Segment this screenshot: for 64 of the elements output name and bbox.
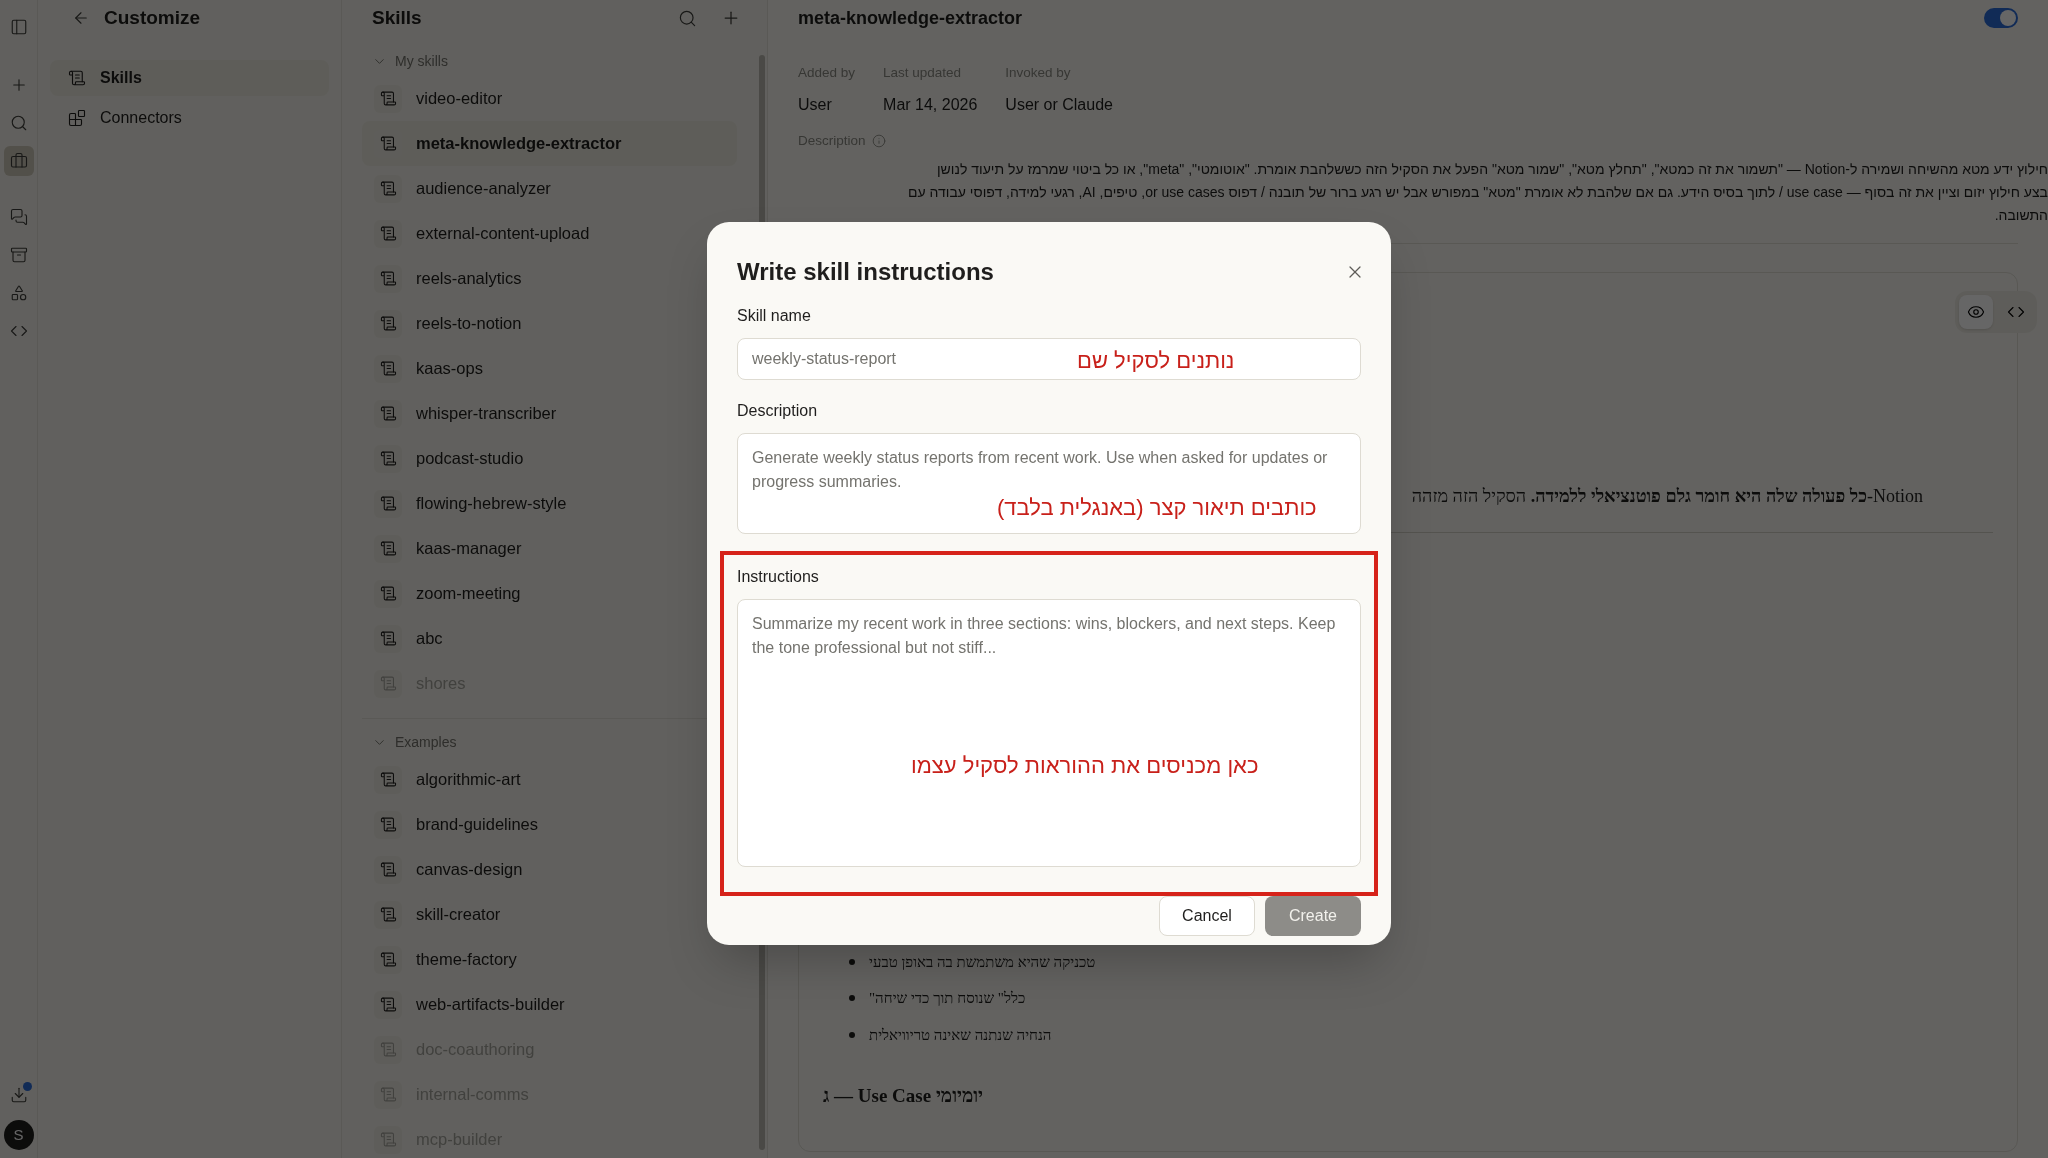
description-text: התשובה.	[1993, 205, 2048, 225]
scroll-icon	[374, 354, 402, 383]
scroll-icon	[374, 990, 402, 1019]
scroll-icon	[374, 309, 402, 338]
field-label: Description	[737, 401, 819, 421]
panel-title: Skills	[372, 5, 423, 30]
skill-item[interactable]: web-artifacts-builder	[362, 982, 737, 1027]
blocks-icon	[68, 109, 86, 127]
field-label: Skill name	[737, 306, 812, 326]
scroll-icon	[374, 489, 402, 518]
dialog-title: Write skill instructions	[737, 257, 995, 287]
scroll-icon	[374, 399, 402, 428]
skill-item[interactable]: video-editor	[362, 76, 737, 121]
download-icon[interactable]	[9, 1086, 28, 1104]
scroll-icon	[374, 1125, 402, 1154]
scroll-icon	[374, 624, 402, 653]
bullet-text: כלל" שנוסח תוך כדי שיחה"	[869, 989, 1026, 1008]
scroll-icon	[374, 264, 402, 293]
scroll-icon	[374, 1080, 402, 1109]
cancel-button[interactable]: Cancel	[1159, 896, 1255, 936]
skill-title: meta-knowledge-extractor	[798, 6, 1024, 30]
scroll-icon	[68, 69, 86, 87]
briefcase-icon	[9, 152, 28, 170]
nav-item[interactable]: Skills	[50, 60, 329, 96]
scroll-icon	[374, 1035, 402, 1064]
panel-title: Customize	[104, 5, 201, 30]
view-mode-button[interactable]	[1959, 294, 1993, 329]
annotation-text: כאן מכניסים את ההוראות לסקיל עצמו	[911, 752, 1259, 780]
scroll-icon	[374, 84, 402, 113]
chat-icon	[9, 208, 28, 226]
shapes-icon	[9, 284, 28, 302]
nav-item[interactable]: Connectors	[50, 100, 329, 136]
description-text: חילוץ ידע מטא מהשיחה ושמירה ל-Notion — "תשמור את זה כמטא", "תחלץ מטא", "שמור מטא" הפעל את הסקיל הזה כששלהבת אומרת. "אוטומטי", "meta", או כל ביטוי שמרמז על תיעוד לנושן	[936, 159, 2048, 179]
rail-button[interactable]	[3, 146, 34, 176]
scroll-icon	[374, 900, 402, 929]
scroll-icon	[374, 444, 402, 473]
annotation-text: כותבים תיאור קצר (באנגלית בלבד)	[997, 494, 1317, 522]
scroll-icon	[374, 810, 402, 839]
field-label: Instructions	[737, 567, 820, 587]
search-icon[interactable]	[678, 8, 697, 28]
scroll-icon	[374, 219, 402, 248]
archive-icon	[9, 246, 28, 264]
annotation-text: נותנים לסקיל שם	[1077, 347, 1235, 375]
meta-value: Mar 14, 2026	[883, 95, 978, 116]
section-heading: יומיומי Use Case — ג	[823, 1084, 984, 1108]
scroll-icon	[374, 855, 402, 884]
scroll-icon	[374, 534, 402, 563]
bullet-text: הנחיה שנתנה שאינה טריוויאלית	[869, 1025, 1052, 1045]
toggle-switch[interactable]	[1984, 8, 2018, 28]
scroll-icon	[374, 579, 402, 608]
avatar[interactable]: S	[3, 1120, 34, 1150]
scroll-icon	[374, 174, 402, 203]
info-icon[interactable]	[871, 134, 886, 149]
scroll-icon	[374, 765, 402, 794]
scroll-icon	[374, 945, 402, 974]
bullet-text: טכניקה שהיא משתמשת בה באופן טבעי	[869, 952, 1096, 972]
scroll-icon	[374, 669, 402, 698]
sidebar-icon	[9, 18, 28, 36]
meta-value: User or Claude	[1005, 95, 1113, 116]
search-icon	[9, 114, 28, 132]
description-text: בצע חילוץ יזום וציין את זה בסוף — use case / לתוך בסיס הידע. גם אם שלהבת לא אומרת "מטא" במפורש אבל יש רגע ברור של תובנה / דפוס or use cases, טיפים, AI, רגעי למידה, דפוסי עבודה עם	[907, 182, 2048, 202]
meta-value: User	[798, 95, 833, 116]
skill-item[interactable]: audience-analyzer	[362, 166, 737, 211]
skill-item[interactable]: meta-knowledge-extractor	[362, 121, 737, 166]
